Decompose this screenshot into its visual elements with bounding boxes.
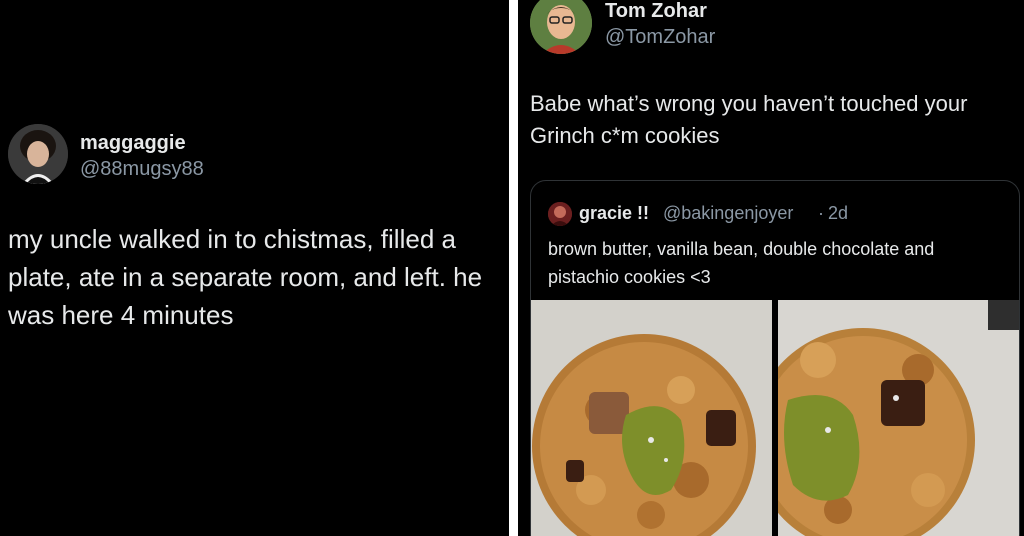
user-avatar[interactable] — [530, 0, 592, 54]
quoted-user-handle[interactable]: @bakingenjoyer — [663, 203, 793, 224]
quoted-tweet-card[interactable]: gracie !! @bakingenjoyer · 2d brown butt… — [530, 180, 1020, 536]
tweet-text: Babe what’s wrong you haven’t touched yo… — [530, 91, 968, 148]
quoted-display-name[interactable]: gracie !! — [579, 203, 649, 224]
cookie-photo-1[interactable] — [531, 300, 772, 536]
right-tweet-panel: Tom Zohar @TomZohar Babe what’s wrong yo… — [518, 0, 1024, 536]
tweet-text: my uncle walked in to chistmas, filled a… — [8, 224, 483, 330]
left-tweet-panel: maggaggie @88mugsy88 my uncle walked in … — [0, 0, 509, 536]
display-name[interactable]: Tom Zohar — [605, 0, 707, 23]
quoted-user-avatar[interactable] — [548, 202, 572, 226]
display-name[interactable]: maggaggie — [80, 132, 186, 155]
user-handle[interactable]: @TomZohar — [605, 26, 715, 49]
quoted-tweet-text: brown butter, vanilla bean, double choco… — [548, 239, 935, 287]
quoted-timestamp[interactable]: 2d — [828, 203, 848, 224]
user-handle[interactable]: @88mugsy88 — [80, 158, 204, 181]
separator-dot: · — [818, 203, 824, 223]
user-avatar[interactable] — [8, 124, 68, 184]
cookie-photo-2[interactable] — [778, 300, 1019, 536]
